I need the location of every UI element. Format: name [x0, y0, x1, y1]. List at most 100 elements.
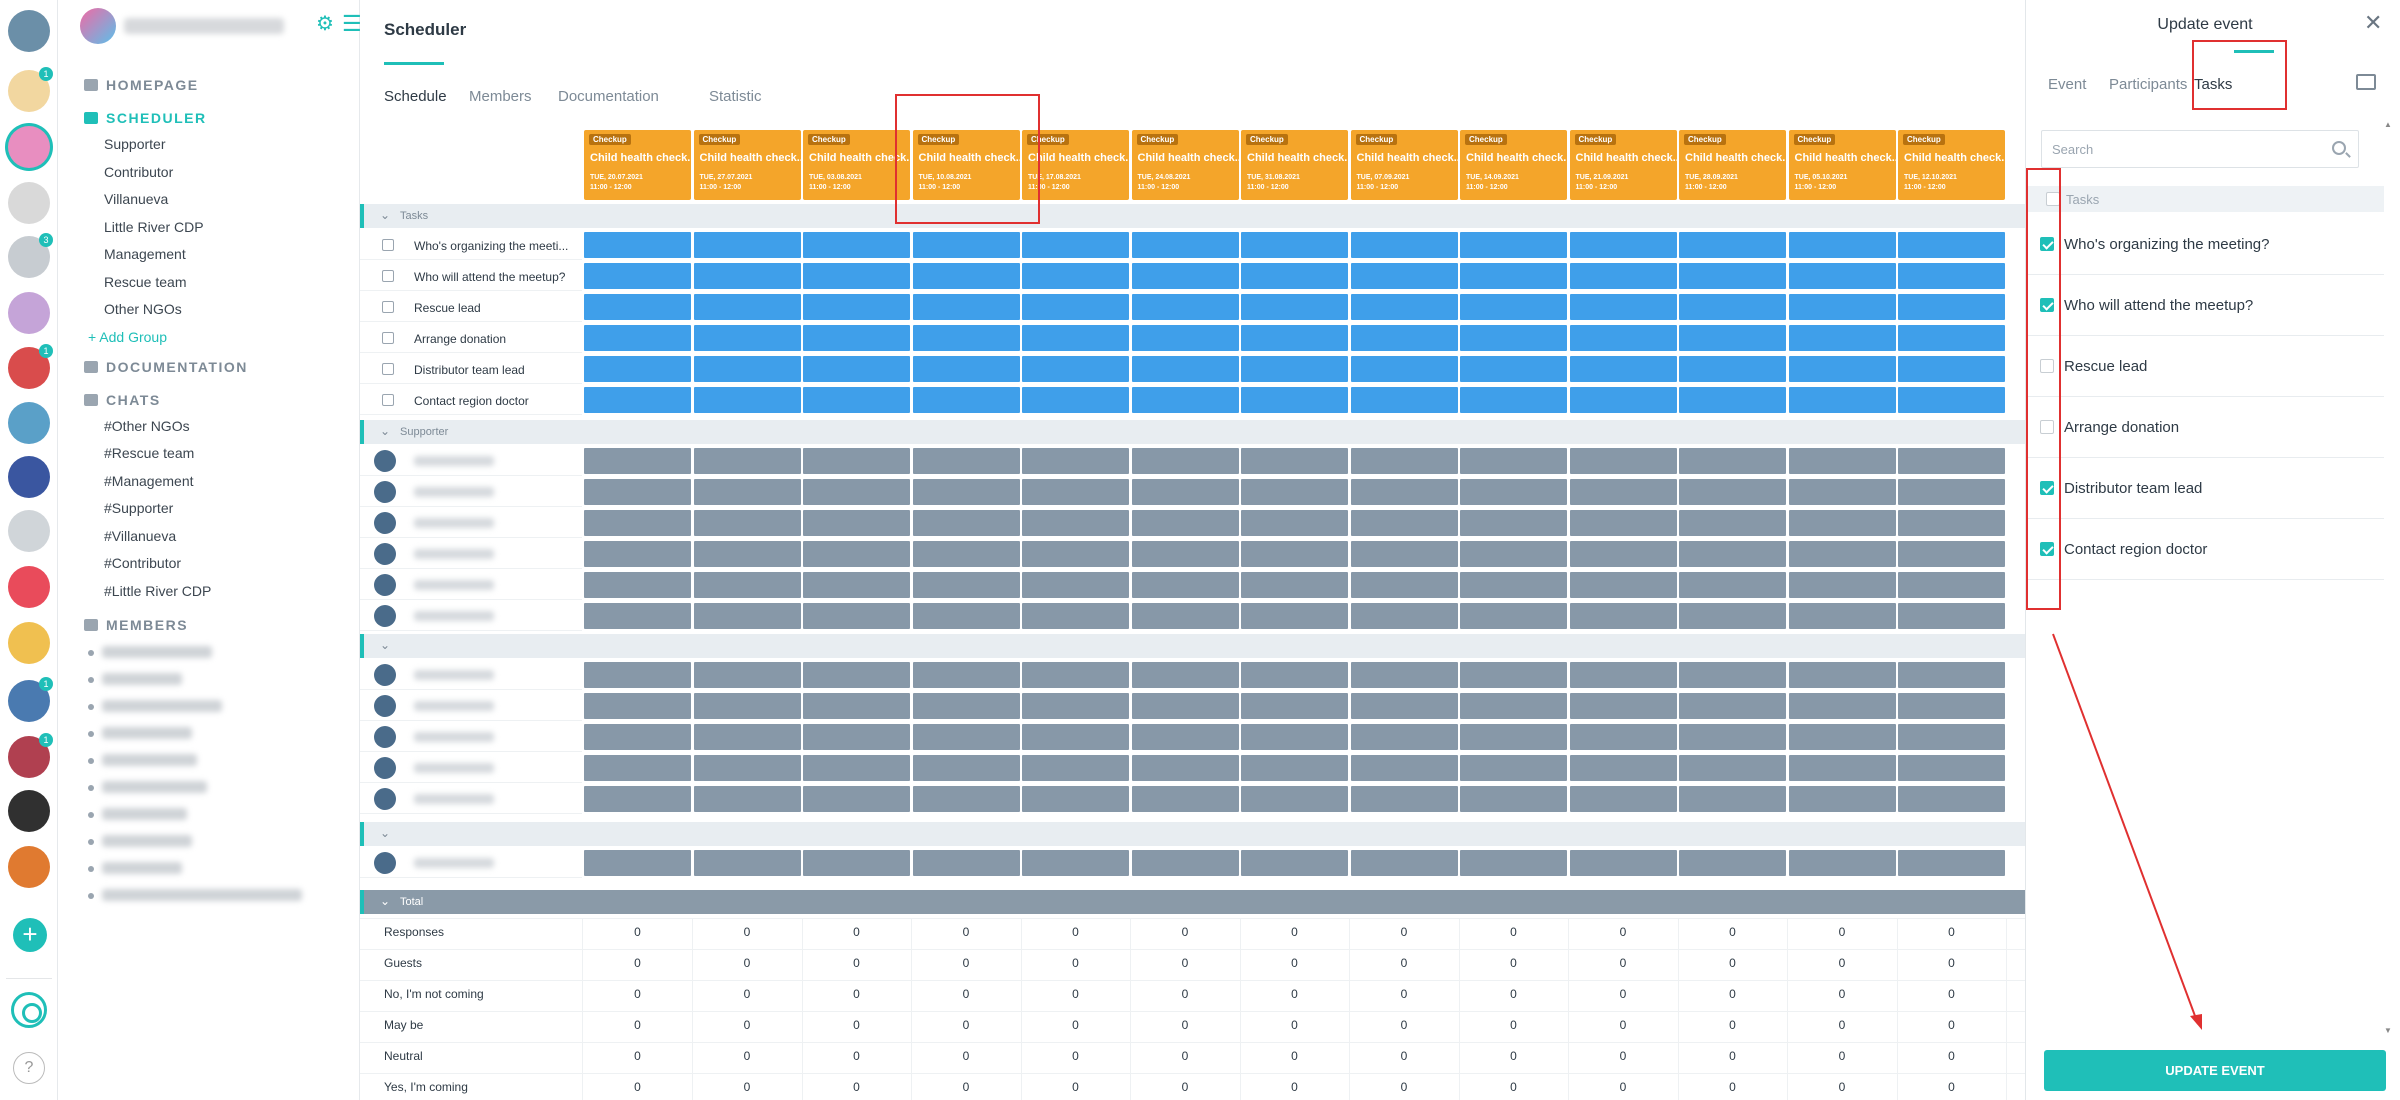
member-cell[interactable] [1788, 724, 1896, 750]
member-cell[interactable] [1241, 662, 1348, 688]
task-cell[interactable] [803, 232, 910, 258]
member-cell[interactable] [1898, 541, 2005, 567]
member-cell[interactable] [1022, 541, 1129, 567]
task-cell[interactable] [1679, 356, 1786, 382]
nav-documentation[interactable]: DOCUMENTATION [84, 359, 248, 375]
member-cell[interactable] [1460, 603, 1567, 629]
task-cell[interactable] [803, 325, 910, 351]
member-cell[interactable] [1131, 850, 1239, 876]
task-cell[interactable] [1788, 325, 1896, 351]
task-cell[interactable] [693, 356, 801, 382]
task-checkbox[interactable] [2040, 298, 2054, 312]
member-cell[interactable] [1350, 850, 1458, 876]
member-cell[interactable] [803, 755, 910, 781]
member-cell[interactable] [1788, 541, 1896, 567]
member-cell[interactable] [1898, 603, 2005, 629]
panel-task-row[interactable]: Contact region doctor [2026, 519, 2384, 580]
member-cell[interactable] [1460, 448, 1567, 474]
member-cell[interactable] [584, 603, 691, 629]
member-cell[interactable] [803, 662, 910, 688]
member-cell[interactable] [803, 479, 910, 505]
workspace-icon[interactable] [8, 622, 50, 664]
task-cell[interactable] [1022, 325, 1129, 351]
member-cell[interactable] [1898, 510, 2005, 536]
chevron-down-icon[interactable]: ⌄ [380, 208, 390, 222]
member-cell[interactable] [1569, 755, 1677, 781]
member-cell[interactable] [1898, 572, 2005, 598]
nav-chat-item[interactable]: #Other NGOs [104, 418, 190, 434]
task-cell[interactable] [1898, 356, 2005, 382]
panel-task-row[interactable]: Who will attend the meetup? [2026, 275, 2384, 336]
member-cell[interactable] [1131, 662, 1239, 688]
member-cell[interactable] [1350, 786, 1458, 812]
member-cell[interactable] [912, 572, 1020, 598]
panel-tab-participants[interactable]: Participants [2109, 76, 2187, 93]
member-cell[interactable] [1569, 510, 1677, 536]
member-cell[interactable] [1460, 850, 1567, 876]
member-cell[interactable] [1569, 724, 1677, 750]
group-row[interactable]: ⌄ Supporter [360, 420, 2025, 444]
task-cell[interactable] [1131, 263, 1239, 289]
member-cell[interactable] [1679, 572, 1786, 598]
member-cell[interactable] [803, 448, 910, 474]
member-cell[interactable] [1679, 479, 1786, 505]
tab-statistic[interactable]: Statistic [709, 88, 762, 105]
member-cell[interactable] [1350, 724, 1458, 750]
member-cell[interactable] [803, 693, 910, 719]
nav-chat-item[interactable]: #Rescue team [104, 445, 194, 461]
member-cell[interactable] [1460, 724, 1567, 750]
member-cell[interactable] [1898, 479, 2005, 505]
member-cell[interactable] [1460, 662, 1567, 688]
member-cell[interactable] [1022, 510, 1129, 536]
close-icon[interactable]: ✕ [2364, 10, 2382, 36]
task-checkbox[interactable] [2040, 420, 2054, 434]
member-cell[interactable] [1022, 662, 1129, 688]
nav-group-item[interactable]: Rescue team [104, 274, 186, 290]
chevron-down-icon[interactable]: ⌄ [380, 894, 390, 908]
task-cell[interactable] [1022, 356, 1129, 382]
member-cell[interactable] [1679, 786, 1786, 812]
task-cell[interactable] [1241, 387, 1348, 413]
event-header[interactable]: Checkup Child health check... TUE, 21.09.2… [1569, 130, 1682, 200]
member-cell[interactable] [693, 479, 801, 505]
member-cell[interactable] [1350, 448, 1458, 474]
member-cell[interactable] [693, 786, 801, 812]
nav-group-item[interactable]: Other NGOs [104, 301, 182, 317]
member-cell[interactable] [1131, 479, 1239, 505]
member-cell[interactable] [1241, 724, 1348, 750]
event-header[interactable]: Checkup Child health check... TUE, 07.09.2… [1350, 130, 1463, 200]
member-cell[interactable] [912, 693, 1020, 719]
member-cell[interactable] [1788, 510, 1896, 536]
task-cell[interactable] [1898, 263, 2005, 289]
workspace-icon[interactable] [8, 10, 50, 52]
member-cell[interactable] [693, 603, 801, 629]
event-header[interactable]: Checkup Child health check... TUE, 17.08.2… [1022, 130, 1134, 200]
member-item[interactable] [88, 671, 328, 687]
workspace-avatar[interactable] [80, 8, 116, 44]
task-checkbox[interactable] [2040, 237, 2054, 251]
task-cell[interactable] [1460, 232, 1567, 258]
member-item[interactable] [88, 887, 328, 903]
group-row[interactable]: ⌄ Tasks [360, 204, 2025, 228]
chevron-down-icon[interactable]: ⌄ [380, 424, 390, 438]
task-cell[interactable] [1131, 232, 1239, 258]
task-cell[interactable] [693, 232, 801, 258]
member-cell[interactable] [1241, 603, 1348, 629]
member-item[interactable] [88, 752, 328, 768]
member-cell[interactable] [1241, 786, 1348, 812]
task-cell[interactable] [1350, 294, 1458, 320]
member-cell[interactable] [1350, 755, 1458, 781]
member-cell[interactable] [584, 850, 691, 876]
task-cell[interactable] [584, 294, 691, 320]
member-cell[interactable] [1241, 479, 1348, 505]
member-cell[interactable] [1022, 572, 1129, 598]
member-cell[interactable] [1788, 479, 1896, 505]
member-cell[interactable] [1788, 603, 1896, 629]
task-cell[interactable] [1022, 387, 1129, 413]
task-cell[interactable] [584, 325, 691, 351]
member-cell[interactable] [1022, 603, 1129, 629]
task-cell[interactable] [1569, 232, 1677, 258]
member-cell[interactable] [1679, 510, 1786, 536]
nav-chat-item[interactable]: #Management [104, 473, 194, 489]
task-cell[interactable] [584, 356, 691, 382]
